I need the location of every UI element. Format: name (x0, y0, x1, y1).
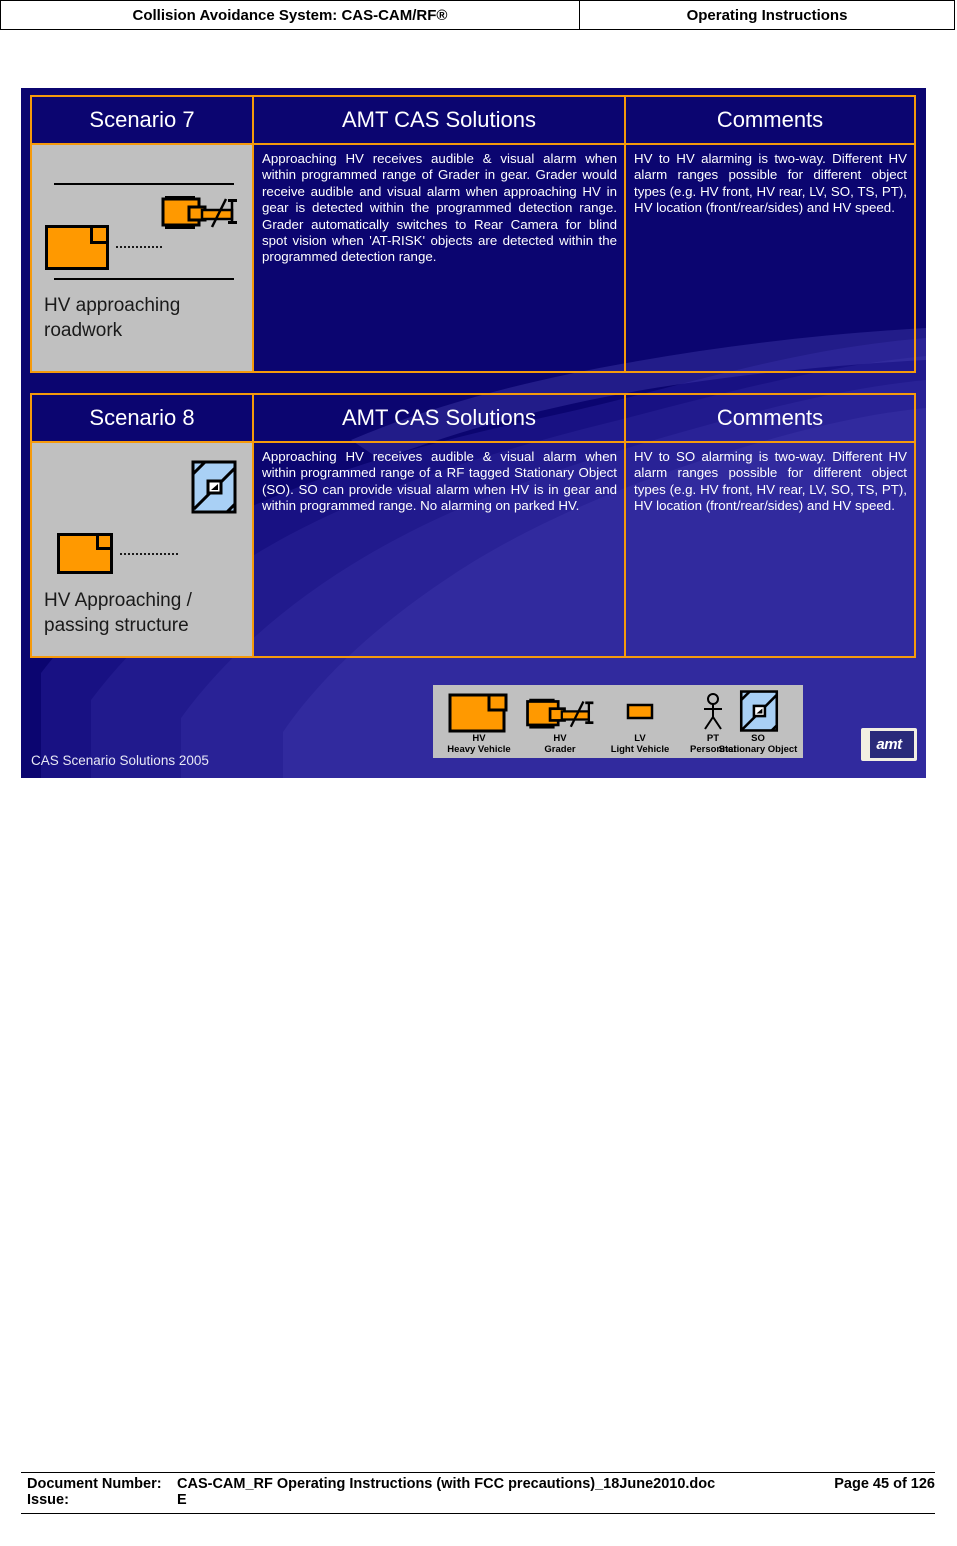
legend-name-grader: Grader (544, 744, 576, 755)
legend-art-light-vehicle (600, 689, 680, 733)
legend-art-stationary-object (714, 689, 802, 733)
scenario-8-body-row: HV Approaching / passing structure Appro… (31, 442, 915, 657)
legend-item-light-vehicle: LV Light Vehicle (600, 689, 680, 755)
page-header: Collision Avoidance System: CAS-CAM/RF® … (0, 0, 955, 30)
legend-abbr-heavy-vehicle: HV (472, 733, 486, 744)
legend-item-grader: HV Grader (522, 689, 598, 755)
legend-name-stationary-object: Stationary Object (718, 744, 798, 755)
grader-icon (158, 193, 240, 235)
scenario-8-diagram-cell: HV Approaching / passing structure (31, 442, 253, 657)
scenario-8-header-row: Scenario 8 AMT CAS Solutions Comments (31, 394, 915, 442)
scenario-8-header-comments: Comments (625, 394, 915, 442)
scenario-7-header-solutions: AMT CAS Solutions (253, 96, 625, 144)
road-line-bottom (54, 278, 234, 280)
document-number-value-wrap: CAS-CAM_RF Operating Instructions (with … (177, 1476, 935, 1492)
legend-name-heavy-vehicle: Heavy Vehicle (447, 744, 511, 755)
scenario-7-header-comments: Comments (625, 96, 915, 144)
issue-value: E (177, 1492, 187, 1508)
scenario-7-diagram-cell: HV approaching roadwork (31, 144, 253, 372)
detection-dotted-line (116, 246, 162, 248)
amt-logo: amt (861, 728, 917, 761)
scenario-8-diagram-caption: HV Approaching / passing structure (44, 590, 192, 636)
heavy-vehicle-icon (57, 533, 113, 574)
legend-abbr-light-vehicle: LV (634, 733, 646, 744)
road-line-top (54, 183, 234, 185)
heavy-vehicle-cab-notch (90, 225, 109, 244)
legend-abbr-stationary-object: SO (751, 733, 765, 744)
document-footer: Document Number: CAS-CAM_RF Operating In… (21, 1472, 935, 1514)
document-number-row: Document Number: CAS-CAM_RF Operating In… (21, 1476, 935, 1492)
legend-item-stationary-object: SO Stationary Object (714, 689, 802, 755)
stationary-object-icon (190, 459, 238, 515)
heavy-vehicle-cab-notch (96, 533, 113, 550)
legend-art-heavy-vehicle (437, 689, 521, 733)
slide-footer-text: CAS Scenario Solutions 2005 (31, 753, 209, 768)
heavy-vehicle-icon (45, 225, 109, 270)
document-number-label: Document Number: (27, 1476, 162, 1492)
scenario-8-header-scenario: Scenario 8 (31, 394, 253, 442)
amt-logo-text: amt (876, 736, 902, 753)
document-number-value: CAS-CAM_RF Operating Instructions (with … (177, 1476, 716, 1492)
scenario-7-body-row: HV approaching roadwork Approaching HV r… (31, 144, 915, 372)
scenario-8-header-solutions: AMT CAS Solutions (253, 394, 625, 442)
scenario-7-table: Scenario 7 AMT CAS Solutions Comments HV… (30, 95, 916, 373)
scenario-7-diagram-caption: HV approaching roadwork (44, 295, 181, 341)
scenario-7-solutions-text: Approaching HV receives audible & visual… (253, 144, 625, 372)
legend: HV Heavy Vehicle HV Grader LV Light Vehi… (433, 685, 803, 758)
scenario-8-solutions-text: Approaching HV receives audible & visual… (253, 442, 625, 657)
issue-row: Issue: E (21, 1492, 935, 1508)
scenario-8-comments-text: HV to SO alarming is two-way. Different … (625, 442, 915, 657)
scenario-7-header-scenario: Scenario 7 (31, 96, 253, 144)
scenario-slide-panel: Scenario 7 AMT CAS Solutions Comments HV… (21, 88, 926, 778)
page-header-title-right: Operating Instructions (580, 1, 955, 29)
detection-dotted-line (120, 553, 178, 555)
page-header-title-left: Collision Avoidance System: CAS-CAM/RF® (0, 1, 580, 29)
issue-label: Issue: (27, 1492, 69, 1508)
legend-item-heavy-vehicle: HV Heavy Vehicle (437, 689, 521, 755)
scenario-8-table: Scenario 8 AMT CAS Solutions Comments HV… (30, 393, 916, 658)
legend-art-grader (522, 689, 598, 733)
page-number: Page 45 of 126 (834, 1476, 935, 1492)
legend-name-light-vehicle: Light Vehicle (610, 744, 670, 755)
scenario-7-comments-text: HV to HV alarming is two-way. Different … (625, 144, 915, 372)
scenario-7-header-row: Scenario 7 AMT CAS Solutions Comments (31, 96, 915, 144)
